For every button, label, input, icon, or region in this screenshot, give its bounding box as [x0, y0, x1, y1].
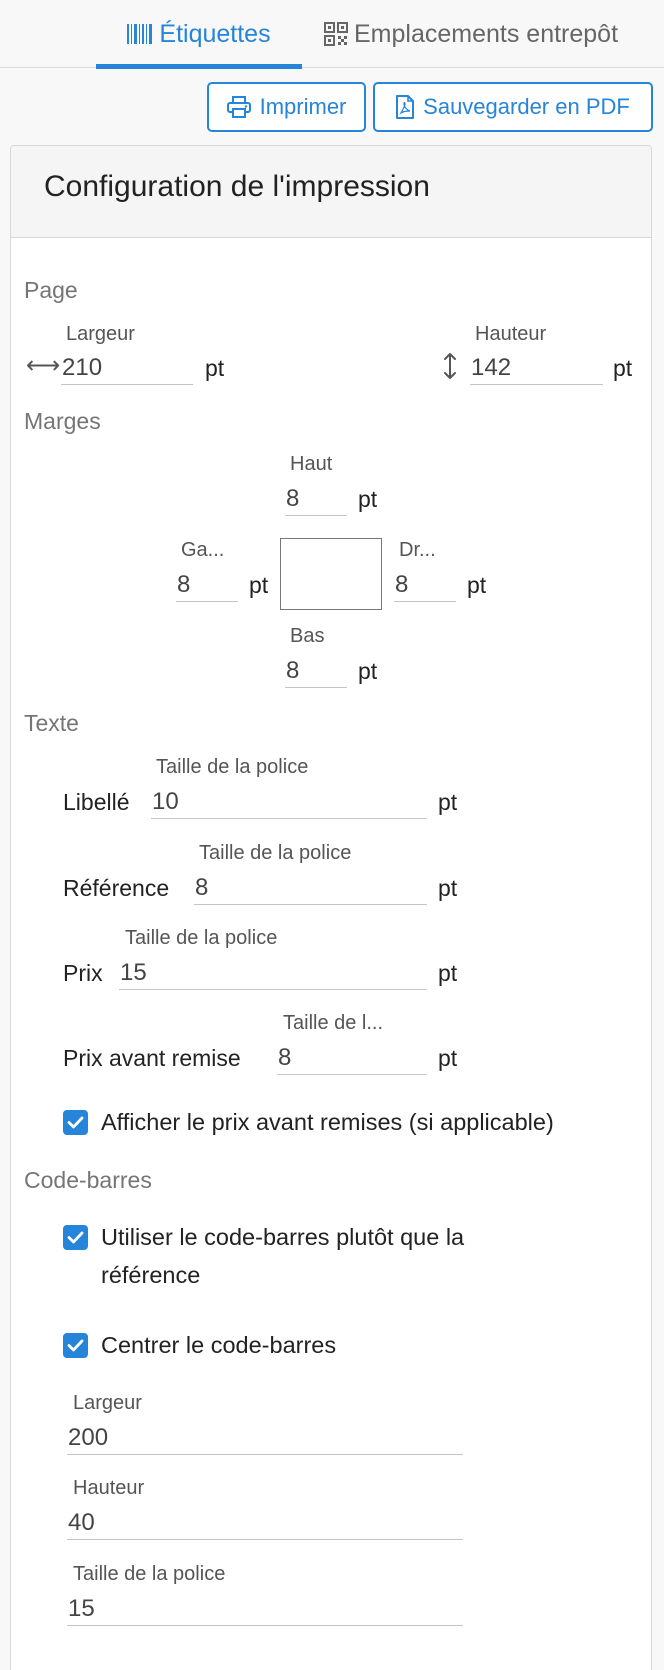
checkmark-icon [67, 1231, 84, 1244]
margin-left-unit: pt [249, 572, 269, 598]
barcode-font-size-input[interactable] [67, 1592, 463, 1626]
margin-bottom-unit: pt [358, 658, 378, 684]
tab-bar: Étiquettes Emplacements entrepôt [0, 0, 664, 69]
margin-right-input[interactable] [394, 568, 456, 602]
save-pdf-button-label: Sauvegarder en PDF [423, 94, 630, 119]
show-before-discount-label: Afficher le prix avant remises (si appli… [101, 1109, 554, 1135]
price-row-label: Prix [63, 960, 103, 986]
save-pdf-button[interactable]: Sauvegarder en PDF [373, 82, 653, 132]
show-before-discount-checkbox[interactable] [63, 1110, 88, 1135]
margin-top-label: Haut [290, 453, 333, 475]
label-font-size-label: Taille de la police [156, 756, 309, 778]
width-arrows-icon: ⟷ [26, 352, 61, 379]
barcode-width-label: Largeur [73, 1392, 142, 1414]
section-barcode: Code-barres [24, 1167, 152, 1193]
section-text: Texte [24, 710, 79, 736]
qr-code-icon [324, 22, 348, 46]
margin-left-input[interactable] [176, 568, 238, 602]
print-button[interactable]: Imprimer [207, 82, 366, 132]
page-width-input[interactable] [61, 351, 193, 385]
tab-warehouse-text: Emplacements entrepôt [354, 19, 619, 48]
price-before-discount-row-label: Prix avant remise [63, 1045, 241, 1071]
margin-bottom-input[interactable] [285, 654, 347, 688]
checkmark-icon [67, 1116, 84, 1129]
margin-right-unit: pt [467, 572, 487, 598]
panel-header: Configuration de l'impression [11, 146, 651, 238]
tab-warehouse-locations[interactable]: Emplacements entrepôt [324, 0, 618, 68]
use-barcode-label: Utiliser le code-barres plutôt que la ré… [101, 1224, 465, 1288]
barcode-height-input[interactable] [67, 1506, 463, 1540]
page-height-label: Hauteur [475, 323, 547, 345]
barcode-height-label: Hauteur [73, 1477, 145, 1499]
printer-icon [226, 96, 251, 118]
panel-title: Configuration de l'impression [44, 170, 430, 203]
label-font-size-unit: pt [438, 789, 458, 815]
section-page: Page [24, 277, 78, 303]
margin-right-label: Dr... [399, 539, 436, 561]
price-font-size-label: Taille de la police [125, 927, 278, 949]
pdf-file-icon [396, 95, 415, 119]
label-font-size-input[interactable] [151, 785, 427, 819]
print-button-label: Imprimer [259, 94, 347, 119]
price-before-discount-font-size-unit: pt [438, 1045, 458, 1071]
price-font-size-unit: pt [438, 960, 458, 986]
section-margins: Marges [24, 408, 101, 434]
tab-labels-text: Étiquettes [159, 19, 271, 48]
label-row-label: Libellé [63, 789, 130, 815]
margin-left-label: Ga... [181, 539, 225, 561]
price-font-size-input[interactable] [119, 956, 427, 990]
price-before-discount-font-size-input[interactable] [277, 1041, 427, 1075]
margin-top-unit: pt [358, 486, 378, 512]
center-barcode-label: Centrer le code-barres [101, 1332, 337, 1358]
barcode-icon [127, 23, 153, 45]
checkmark-icon [67, 1339, 84, 1352]
barcode-font-size-label: Taille de la police [73, 1563, 226, 1585]
reference-font-size-input[interactable] [194, 871, 427, 905]
reference-font-size-unit: pt [438, 875, 458, 901]
page-height-unit: pt [613, 355, 633, 381]
page-width-unit: pt [205, 355, 225, 381]
page-width-label: Largeur [66, 323, 135, 345]
use-barcode-checkbox[interactable] [63, 1225, 88, 1250]
margin-bottom-label: Bas [290, 625, 325, 647]
page-height-input[interactable] [470, 351, 603, 385]
price-before-discount-font-size-label: Taille de l... [283, 1012, 384, 1034]
reference-row-label: Référence [63, 875, 170, 901]
height-arrows-icon [443, 352, 457, 385]
barcode-width-input[interactable] [67, 1421, 463, 1455]
margin-top-input[interactable] [285, 482, 347, 516]
center-barcode-checkbox[interactable] [63, 1333, 88, 1358]
tab-labels[interactable]: Étiquettes [96, 0, 302, 69]
margin-preview-box [280, 538, 382, 610]
reference-font-size-label: Taille de la police [199, 842, 352, 864]
